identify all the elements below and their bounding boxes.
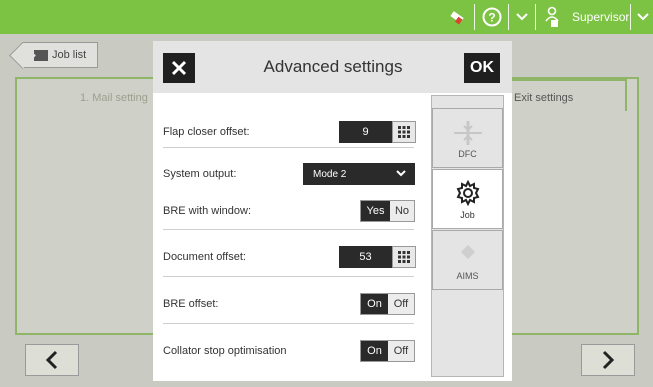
- collator-stop-row: Collator stop optimisation On Off: [163, 340, 415, 362]
- bre-offset-row: BRE offset: On Off: [163, 293, 415, 315]
- divider: [163, 229, 414, 230]
- job-list-label: Job list: [52, 49, 87, 61]
- collator-stop-toggle[interactable]: On Off: [360, 340, 415, 362]
- tab-mail-setting[interactable]: 1. Mail setting: [80, 84, 155, 112]
- chevron-down-icon[interactable]: [512, 4, 532, 30]
- bre-offset-label: BRE offset:: [163, 298, 219, 310]
- flap-closer-value[interactable]: 9: [339, 121, 392, 143]
- keypad-icon[interactable]: [392, 121, 416, 143]
- flap-closer-label: Flap closer offset:: [163, 126, 250, 138]
- top-bar: ? Supervisor: [0, 0, 653, 34]
- flap-closer-row: Flap closer offset: 9: [163, 121, 416, 143]
- keypad-icon[interactable]: [392, 246, 416, 268]
- bre-offset-on[interactable]: On: [361, 294, 388, 314]
- help-icon[interactable]: ?: [480, 4, 504, 30]
- user-icon[interactable]: [540, 4, 564, 30]
- bre-window-toggle[interactable]: Yes No: [360, 200, 415, 222]
- divider: [163, 276, 414, 277]
- gear-icon: [433, 180, 502, 206]
- tab-job-label: Job: [460, 210, 475, 220]
- eraser-icon[interactable]: [446, 4, 468, 30]
- previous-button[interactable]: [25, 344, 79, 376]
- system-output-row: System output: Mode 2: [163, 163, 415, 185]
- job-list-icon: [34, 49, 48, 61]
- ok-button[interactable]: OK: [464, 53, 500, 83]
- flap-closer-field[interactable]: 9: [339, 121, 416, 143]
- chevron-right-icon: [602, 350, 615, 370]
- advanced-settings-dialog: Advanced settings OK Flap closer offset:…: [153, 41, 512, 381]
- settings-tab-column: DFC Job AIMS: [431, 95, 504, 377]
- close-icon: [171, 60, 187, 76]
- chevron-down-icon: [396, 170, 406, 177]
- dialog-header: Advanced settings OK: [153, 41, 512, 93]
- divider: [163, 323, 414, 324]
- dialog-title: Advanced settings: [263, 57, 403, 76]
- document-offset-field[interactable]: 53: [339, 246, 416, 268]
- tab-exit-outline: [505, 79, 627, 111]
- bre-window-row: BRE with window: Yes No: [163, 200, 415, 222]
- collator-stop-on[interactable]: On: [361, 341, 388, 361]
- tab-job[interactable]: Job: [432, 169, 503, 229]
- bre-window-yes[interactable]: Yes: [361, 201, 390, 221]
- chevron-down-icon[interactable]: [634, 4, 652, 30]
- next-button[interactable]: [581, 344, 635, 376]
- system-output-label: System output:: [163, 168, 237, 180]
- system-output-value: Mode 2: [313, 168, 347, 180]
- document-offset-value[interactable]: 53: [339, 246, 392, 268]
- bre-window-label: BRE with window:: [163, 205, 252, 217]
- user-name-label[interactable]: Supervisor: [572, 10, 629, 24]
- system-output-select[interactable]: Mode 2: [303, 163, 415, 185]
- dfc-icon: [433, 119, 502, 147]
- divider: [163, 147, 414, 148]
- tab-aims[interactable]: AIMS: [432, 230, 503, 290]
- aims-icon: [433, 241, 502, 263]
- close-button[interactable]: [163, 53, 195, 83]
- collator-stop-off[interactable]: Off: [388, 341, 414, 361]
- job-list-button[interactable]: Job list: [22, 42, 98, 68]
- tab-aims-label: AIMS: [456, 271, 479, 281]
- tab-dfc-label: DFC: [458, 149, 477, 159]
- bre-offset-off[interactable]: Off: [388, 294, 414, 314]
- document-offset-label: Document offset:: [163, 251, 246, 263]
- svg-text:?: ?: [488, 11, 495, 25]
- bre-window-no[interactable]: No: [390, 201, 414, 221]
- document-offset-row: Document offset: 53: [163, 246, 416, 268]
- collator-stop-label: Collator stop optimisation: [163, 345, 287, 357]
- bre-offset-toggle[interactable]: On Off: [360, 293, 415, 315]
- chevron-left-icon: [45, 350, 58, 370]
- tab-dfc[interactable]: DFC: [432, 108, 503, 168]
